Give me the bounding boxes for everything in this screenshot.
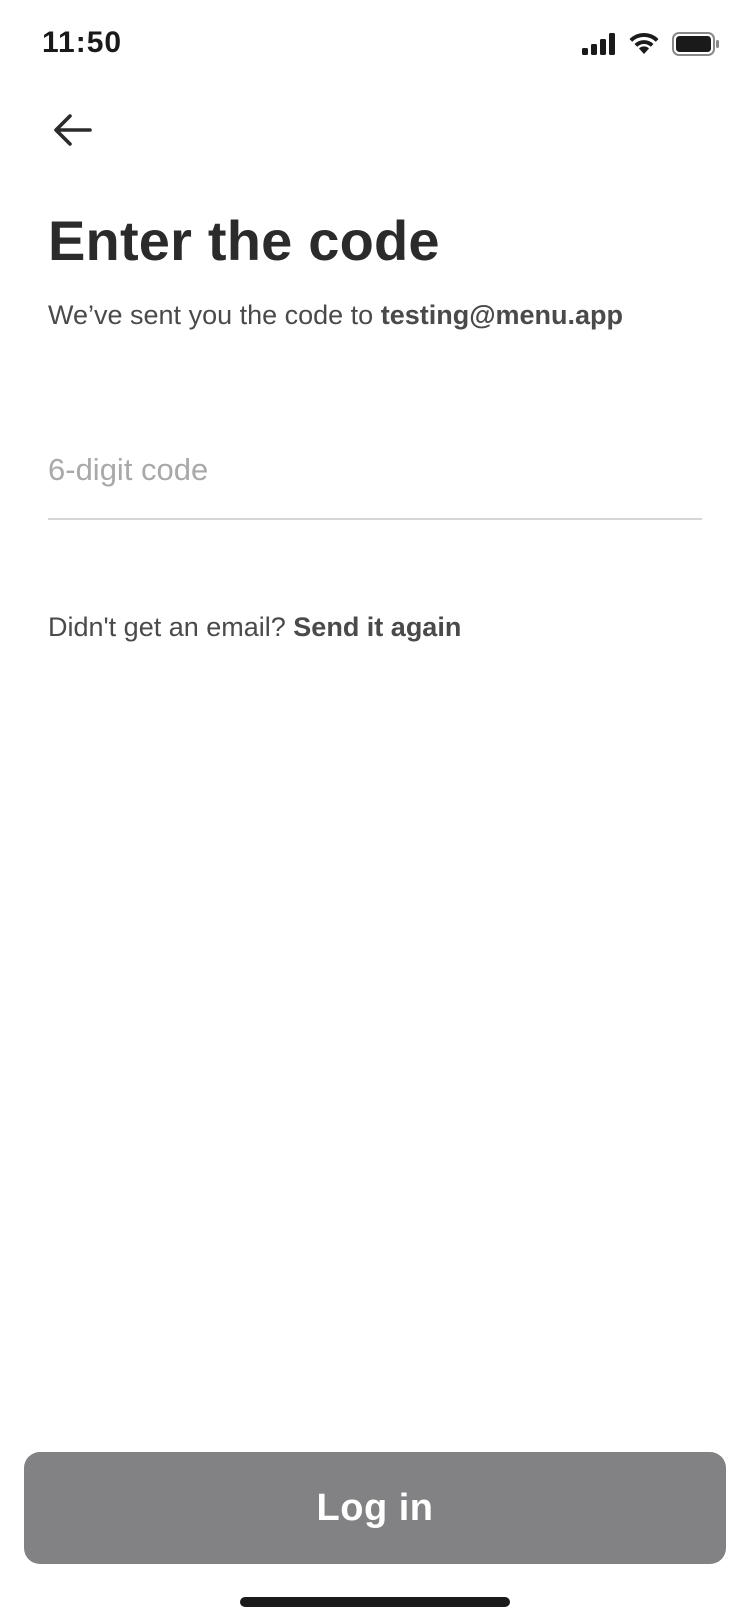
subtitle-text: We’ve sent you the code to (48, 300, 381, 330)
wifi-icon (628, 32, 660, 61)
send-again-link[interactable]: Send it again (293, 612, 461, 642)
code-input[interactable] (48, 440, 702, 500)
arrow-left-icon (52, 113, 92, 152)
login-button[interactable]: Log in (24, 1452, 726, 1564)
home-indicator (240, 1597, 510, 1607)
battery-icon (672, 32, 720, 61)
status-time: 11:50 (42, 26, 123, 59)
email-address: testing@menu.app (380, 300, 624, 330)
resend-prompt: Didn't get an email? (48, 612, 294, 642)
signal-icon (582, 33, 616, 60)
subtitle: We’ve sent you the code to testing@menu.… (48, 300, 623, 331)
status-icons (582, 32, 720, 61)
status-bar: 11:50 (0, 0, 750, 92)
resend-row: Didn't get an email? Send it again (48, 612, 461, 643)
code-field (48, 440, 702, 520)
page-title: Enter the code (48, 209, 440, 272)
back-button[interactable] (44, 104, 100, 160)
